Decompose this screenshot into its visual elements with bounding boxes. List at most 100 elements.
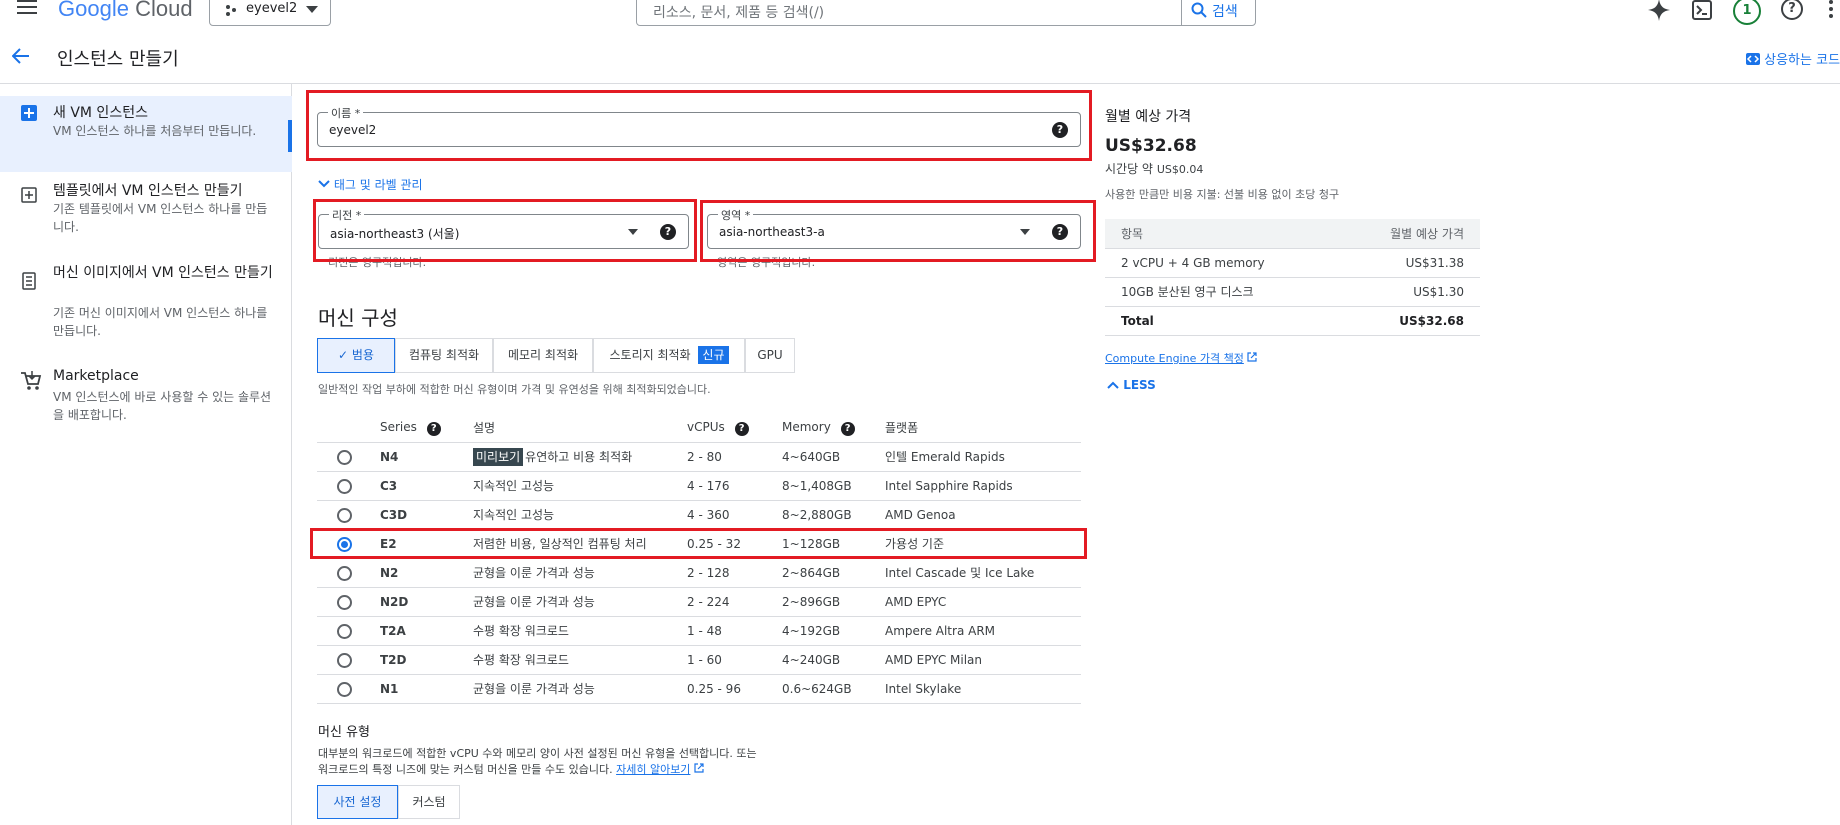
radio-cell [317, 645, 380, 675]
help-icon[interactable]: ? [426, 421, 441, 436]
less-toggle[interactable]: LESS [1107, 378, 1156, 392]
series-cell: N2 [380, 558, 473, 588]
search-bar[interactable]: 리소스, 문서, 제품 등 검색(/) 검색 [636, 0, 1256, 26]
sidebar-item-new-vm[interactable]: 새 VM 인스턴스 VM 인스턴스 하나를 처음부터 만듭니다. [0, 96, 292, 172]
series-radio[interactable] [337, 594, 352, 610]
pricing-item: Total [1105, 306, 1339, 336]
sidebar-item-from-template[interactable]: 템플릿에서 VM 인스턴스 만들기 기존 템플릿에서 VM 인스턴스 하나를 만… [0, 178, 292, 248]
desc-cell: 수평 확장 워크로드 [473, 616, 687, 646]
table-row[interactable]: T2A 수평 확장 워크로드 1 - 48 4~192GB Ampere Alt… [317, 616, 1081, 646]
radio-cell [317, 674, 380, 704]
help-icon[interactable]: ? [840, 421, 855, 436]
gemini-sparkle-icon[interactable] [1648, 0, 1670, 21]
table-row[interactable]: N2 균형을 이룬 가격과 성능 2 - 128 2~864GB Intel C… [317, 558, 1081, 588]
pricing-total: US$32.68 [1105, 136, 1197, 156]
tab-compute-optimized[interactable]: 컴퓨팅 최적화 [395, 338, 493, 373]
pricing-price: US$32.68 [1338, 306, 1480, 336]
equivalent-code-button[interactable]: 상응하는 코드 [1746, 49, 1840, 68]
tab-gpu[interactable]: GPU [745, 338, 795, 373]
sidebar-item-label: 머신 이미지에서 VM 인스턴스 만들기 [53, 265, 273, 281]
search-icon [1191, 2, 1207, 18]
tab-general-purpose[interactable]: ✓ 범용 [317, 338, 395, 373]
series-radio[interactable] [337, 565, 352, 581]
sidebar-item-marketplace[interactable]: Marketplace VM 인스턴스에 바로 사용할 수 있는 솔루션을 배포… [0, 364, 292, 434]
cloud-shell-icon[interactable] [1692, 0, 1712, 20]
series-cell: N4 [380, 442, 473, 472]
platform-cell: Intel Skylake [885, 674, 1081, 704]
table-row[interactable]: T2D 수평 확장 워크로드 1 - 60 4~240GB AMD EPYC M… [317, 645, 1081, 675]
radio-cell [317, 471, 380, 501]
table-row[interactable]: N4 미리보기 유연하고 비용 최적화 2 - 80 4~640GB 인텔 Eme… [317, 442, 1081, 472]
notifications-badge[interactable]: 1 [1733, 0, 1761, 25]
pricing-row: 10GB 분산된 영구 디스크 US$1.30 [1105, 277, 1480, 307]
tab-label: 메모리 최적화 [507, 348, 579, 362]
help-icon[interactable]: ? [1781, 0, 1803, 20]
tab-storage-optimized[interactable]: 스토리지 최적화 신규 [593, 338, 745, 373]
project-picker-button[interactable]: eyevel2 [209, 0, 331, 26]
table-body: N4 미리보기 유연하고 비용 최적화 2 - 80 4~640GB 인텔 Eme… [317, 442, 1081, 704]
highlight-e2-row [310, 528, 1087, 559]
google-cloud-logo[interactable]: Google Cloud [58, 0, 193, 22]
tab-label: 스토리지 최적화 [609, 348, 691, 362]
desc-cell: 균형을 이룬 가격과 성능 [473, 558, 687, 588]
vcpus-cell: 1 - 48 [687, 616, 782, 646]
table-row[interactable]: N1 균형을 이룬 가격과 성능 0.25 - 96 0.6~624GB Int… [317, 674, 1081, 704]
learn-more-link[interactable]: 자세히 알아보기 [616, 763, 690, 776]
more-vert-icon[interactable] [1829, 0, 1833, 18]
project-icon [226, 5, 236, 16]
preset-tab[interactable]: 사전 설정 [317, 785, 398, 819]
chevron-down-icon [318, 180, 330, 188]
column-header-vcpus: vCPUs ? [687, 414, 782, 443]
series-cell: C3D [380, 500, 473, 530]
tags-labels-toggle[interactable]: 태그 및 라벨 관리 [318, 176, 423, 193]
radio-cell [317, 587, 380, 617]
tab-label: 범용 [351, 348, 374, 362]
column-label: vCPUs [687, 419, 725, 434]
desc-text: 유연하고 비용 최적화 [525, 450, 633, 464]
custom-tab[interactable]: 커스텀 [398, 785, 460, 819]
series-radio[interactable] [337, 449, 352, 465]
radio-cell [317, 442, 380, 472]
series-radio[interactable] [337, 507, 352, 523]
search-button-label: 검색 [1212, 4, 1238, 20]
machine-type-heading: 머신 유형 [318, 725, 370, 740]
tab-label: GPU [757, 348, 783, 362]
page-header: 인스턴스 만들기 상응하는 코드 [0, 38, 1840, 84]
memory-cell: 2~896GB [782, 587, 885, 617]
pricing-price: US$1.30 [1338, 277, 1480, 307]
back-arrow-icon[interactable] [12, 48, 30, 64]
table-row[interactable]: C3D 지속적인 고성능 4 - 360 8~2,880GB AMD Genoa [317, 500, 1081, 530]
col-price: 월별 예상 가격 [1338, 219, 1480, 249]
help-icon[interactable]: ? [734, 421, 749, 436]
sidebar-item-from-machine-image[interactable]: 머신 이미지에서 VM 인스턴스 만들기 기존 머신 이미지에서 VM 인스턴스… [0, 262, 292, 352]
compute-engine-pricing-link[interactable]: Compute Engine 가격 책정 [1105, 350, 1257, 366]
pricing-item: 10GB 분산된 영구 디스크 [1105, 277, 1339, 307]
series-radio[interactable] [337, 681, 352, 697]
column-header-platform: 플랫폼 [885, 414, 1081, 443]
series-radio[interactable] [337, 623, 352, 639]
desc-cell: 지속적인 고성능 [473, 500, 687, 530]
desc-cell: 지속적인 고성능 [473, 471, 687, 501]
hourly-label: 시간당 약 [1105, 162, 1153, 176]
radio-cell [317, 500, 380, 530]
check-icon: ✓ [338, 348, 349, 362]
tab-memory-optimized[interactable]: 메모리 최적화 [493, 338, 593, 373]
vcpus-cell: 0.25 - 96 [687, 674, 782, 704]
series-radio[interactable] [337, 478, 352, 494]
search-button[interactable]: 검색 [1181, 0, 1255, 26]
desc-line2-text: 워크로드의 특정 니즈에 맞는 커스텀 머신을 만들 수도 있습니다. [318, 763, 613, 776]
vcpus-cell: 2 - 224 [687, 587, 782, 617]
main-menu-icon[interactable] [17, 0, 37, 14]
hourly-value: US$0.04 [1156, 163, 1204, 176]
sidebar-item-desc: 기존 템플릿에서 VM 인스턴스 하나를 만듭니다. [53, 202, 268, 234]
radio-cell [317, 558, 380, 588]
sidebar-item-desc: VM 인스턴스 하나를 처음부터 만듭니다. [53, 124, 257, 138]
table-row[interactable]: C3 지속적인 고성능 4 - 176 8~1,408GB Intel Sapp… [317, 471, 1081, 501]
sidebar-item-label: 새 VM 인스턴스 [53, 105, 148, 121]
search-input[interactable]: 리소스, 문서, 제품 등 검색(/) [653, 2, 824, 22]
memory-cell: 2~864GB [782, 558, 885, 588]
series-radio[interactable] [337, 652, 352, 668]
machine-image-icon [22, 272, 36, 290]
table-row[interactable]: N2D 균형을 이룬 가격과 성능 2 - 224 2~896GB AMD EP… [317, 587, 1081, 617]
external-link-icon [694, 763, 704, 773]
